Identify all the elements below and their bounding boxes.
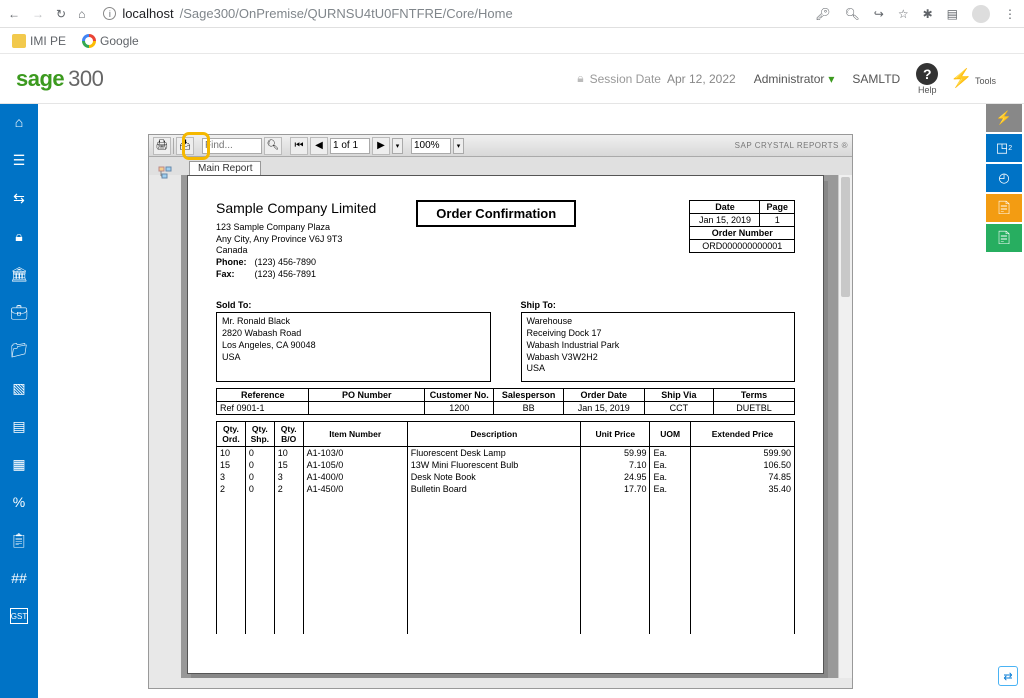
help-button[interactable]: ? Help bbox=[916, 63, 938, 95]
prev-page-button[interactable]: ◀ bbox=[310, 137, 328, 155]
table-row: 15015A1-105/013W Mini Fluorescent Bulb7.… bbox=[217, 459, 795, 471]
table-row: 10010A1-103/0Fluorescent Desk Lamp59.99E… bbox=[217, 447, 795, 460]
help-icon: ? bbox=[916, 63, 938, 85]
sage-logo[interactable]: sage300 bbox=[16, 66, 103, 92]
star-icon[interactable]: ☆ bbox=[898, 7, 909, 21]
panel-icon[interactable]: ▤ bbox=[947, 7, 958, 21]
find-input[interactable] bbox=[202, 138, 262, 154]
table-row: 303A1-400/0Desk Note Book24.95Ea.74.85 bbox=[217, 471, 795, 483]
reload-icon[interactable]: ↻ bbox=[56, 7, 66, 21]
crystal-brand: SAP CRYSTAL REPORTS ® bbox=[735, 141, 848, 150]
export-button[interactable]: 📥︎ bbox=[176, 137, 194, 155]
browser-toolbar: ← → ↻ ⌂ i localhost/Sage300/OnPremise/QU… bbox=[0, 0, 1024, 28]
rail-page-icon[interactable]: 📄︎ bbox=[986, 224, 1022, 252]
zoom-level[interactable]: 100% bbox=[411, 138, 451, 154]
nav-bank-icon[interactable]: 🏛︎ bbox=[10, 266, 28, 282]
forward-icon[interactable]: → bbox=[32, 7, 44, 21]
table-row: 202A1-450/0Bulletin Board17.70Ea.35.40 bbox=[217, 483, 795, 634]
key-icon[interactable]: 🔑︎ bbox=[815, 7, 830, 21]
sold-to-box: Sold To: Mr. Ronald Black 2820 Wabash Ro… bbox=[216, 300, 491, 382]
nav-lock-icon[interactable]: 🔒︎ bbox=[10, 228, 28, 244]
bookmark-google[interactable]: Google bbox=[82, 34, 139, 48]
company-code[interactable]: SAMLTD bbox=[852, 72, 900, 86]
rail-window1-icon[interactable]: ◳2 bbox=[986, 134, 1022, 162]
nav-briefcase-icon[interactable]: 💼︎ bbox=[10, 304, 28, 320]
order-info-row: Reference PO Number Customer No. Salespe… bbox=[216, 388, 795, 415]
nav-folder-icon[interactable]: 📁︎ bbox=[10, 342, 28, 358]
tools-button[interactable]: ⚡ Tools bbox=[950, 68, 996, 89]
profile-icon[interactable] bbox=[972, 5, 990, 23]
imi-icon bbox=[12, 34, 26, 48]
session-date: 🔒︎ Session Date Apr 12, 2022 bbox=[577, 71, 735, 86]
nav-grid-icon[interactable]: ▦ bbox=[10, 456, 28, 472]
share-icon[interactable]: ↪ bbox=[874, 7, 884, 21]
google-icon bbox=[82, 34, 96, 48]
right-rail: ⚡ ◳2 ◴ 📄︎ 📄︎ bbox=[986, 104, 1024, 252]
bookmark-imi[interactable]: IMI PE bbox=[12, 34, 66, 48]
page-indicator[interactable]: 1 of 1 bbox=[330, 138, 370, 154]
nav-clipboard-icon[interactable]: 📋︎ bbox=[10, 532, 28, 548]
extensions-icon[interactable]: ✱ bbox=[923, 7, 933, 21]
page-dropdown[interactable]: ▾ bbox=[392, 138, 403, 154]
nav-list-icon[interactable]: ☰ bbox=[10, 152, 28, 168]
tab-main-report[interactable]: Main Report bbox=[189, 161, 261, 175]
nav-hash-icon[interactable]: ## bbox=[10, 570, 28, 586]
nav-card-icon[interactable]: ▧ bbox=[10, 380, 28, 396]
find-button[interactable]: 🔍︎ bbox=[264, 137, 282, 155]
report-tabbar: Main Report bbox=[149, 157, 852, 175]
app-header: sage300 🔒︎ Session Date Apr 12, 2022 Adm… bbox=[0, 54, 1024, 104]
home-icon[interactable]: ⌂ bbox=[78, 7, 85, 21]
company-name: Sample Company Limited bbox=[216, 200, 376, 216]
first-page-button[interactable]: ⏮ bbox=[290, 137, 308, 155]
line-items-table: Qty. Ord. Qty. Shp. Qty. B/O Item Number… bbox=[216, 421, 795, 634]
report-canvas: Sample Company Limited 123 Sample Compan… bbox=[181, 175, 838, 678]
info-icon: i bbox=[103, 7, 116, 20]
nav-percent-icon[interactable]: % bbox=[10, 494, 28, 510]
bookmarks-bar: IMI PE Google bbox=[0, 28, 1024, 54]
tools-icon: ⚡ bbox=[950, 68, 972, 88]
report-toolbar: 🖨︎ 📥︎ 🔍︎ ⏮ ◀ 1 of 1 ▶ ▾ 100% ▾ SAP CRYST… bbox=[149, 135, 852, 157]
rail-window2-icon[interactable]: ◴ bbox=[986, 164, 1022, 192]
print-button[interactable]: 🖨︎ bbox=[153, 137, 171, 155]
nav-adjust-icon[interactable]: ⇆ bbox=[10, 190, 28, 206]
url-bar[interactable]: i localhost/Sage300/OnPremise/QURNSU4tU0… bbox=[95, 6, 805, 21]
report-title: Order Confirmation bbox=[416, 200, 576, 227]
zoom-dropdown[interactable]: ▾ bbox=[453, 138, 464, 154]
main-content: 🖨︎ 📥︎ 🔍︎ ⏮ ◀ 1 of 1 ▶ ▾ 100% ▾ SAP CRYST… bbox=[38, 104, 1024, 698]
ship-to-box: Ship To: Warehouse Receiving Dock 17 Wab… bbox=[521, 300, 796, 382]
back-icon[interactable]: ← bbox=[8, 7, 20, 21]
sidebar: ⌂ ☰ ⇆ 🔒︎ 🏛︎ 💼︎ 📁︎ ▧ ▤ ▦ % 📋︎ ## GST ▸ bbox=[0, 104, 38, 698]
nav-tag-icon[interactable]: GST bbox=[10, 608, 28, 624]
crystal-viewer: 🖨︎ 📥︎ 🔍︎ ⏮ ◀ 1 of 1 ▶ ▾ 100% ▾ SAP CRYST… bbox=[148, 134, 853, 689]
next-page-button[interactable]: ▶ bbox=[372, 137, 390, 155]
company-address: 123 Sample Company Plaza Any City, Any P… bbox=[216, 222, 376, 280]
rail-bolt-icon[interactable]: ⚡ bbox=[986, 104, 1022, 132]
nav-home-icon[interactable]: ⌂ bbox=[10, 114, 28, 130]
zoom-icon[interactable]: 🔍︎ bbox=[845, 7, 860, 21]
teamviewer-icon[interactable]: ⇄ bbox=[998, 666, 1018, 686]
chevron-down-icon: ▾ bbox=[828, 72, 834, 86]
vertical-scrollbar[interactable] bbox=[838, 175, 852, 678]
user-menu[interactable]: Administrator ▾ bbox=[754, 72, 835, 86]
date-orderno-box: DatePage Jan 15, 20191 Order Number ORD0… bbox=[689, 200, 795, 253]
rail-doc-icon[interactable]: 📄︎ bbox=[986, 194, 1022, 222]
report-page: Sample Company Limited 123 Sample Compan… bbox=[187, 175, 824, 674]
group-tree-icon[interactable] bbox=[157, 165, 173, 181]
nav-doc-icon[interactable]: ▤ bbox=[10, 418, 28, 434]
menu-icon[interactable]: ⋮ bbox=[1004, 7, 1016, 21]
lock-icon: 🔒︎ bbox=[577, 71, 583, 86]
